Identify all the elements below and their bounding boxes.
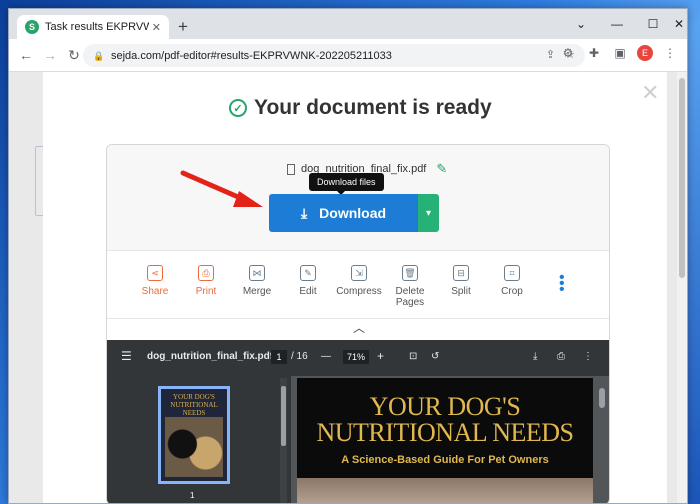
crop-icon: ⌗: [504, 265, 520, 281]
ready-heading: Your document is ready: [254, 96, 492, 119]
side-panel-icon[interactable]: ▣: [611, 44, 629, 62]
edit-label: Edit: [299, 286, 317, 297]
browser-menu-icon[interactable]: ⋮: [661, 44, 679, 62]
thumbnail-page-number: 1: [190, 491, 195, 500]
document-icon: [287, 163, 295, 175]
thumbnail-scrollbar[interactable]: [280, 378, 287, 503]
share-page-icon[interactable]: ⇪: [546, 48, 555, 61]
collapse-chevron-up-icon[interactable]: ︿: [107, 318, 609, 340]
page-thumbnail[interactable]: YOUR DOG'S NUTRITIONAL NEEDS: [158, 386, 230, 484]
download-area: dog_nutrition_final_fix.pdf ✎ Download f…: [107, 145, 609, 250]
close-modal-icon[interactable]: ✕: [641, 80, 659, 106]
download-arrow-icon: ⤓: [300, 204, 308, 221]
cover-photo: [297, 478, 593, 503]
more-actions-icon[interactable]: • • •: [559, 270, 565, 298]
page-title: ✓ Your document is ready: [229, 96, 492, 120]
page-number-input[interactable]: 1: [271, 350, 287, 364]
viewer-menu-icon[interactable]: ☰: [121, 349, 132, 363]
extensions-puzzle-icon[interactable]: ✚: [585, 44, 603, 62]
merge-label: Merge: [242, 286, 272, 297]
compress-label: Compress: [336, 286, 382, 297]
actions-toolbar: ⋖ Share ⎙ Print ⋈ Merge ✎ Edit ⇲ Compres…: [107, 250, 609, 318]
merge-icon: ⋈: [249, 265, 265, 281]
thumbnail-sidebar: YOUR DOG'S NUTRITIONAL NEEDS 1: [107, 376, 291, 503]
cover-title-line2: NUTRITIONAL NEEDS: [316, 418, 575, 447]
total-pages: / 16: [291, 351, 308, 362]
thumbnail-title: YOUR DOG'S NUTRITIONAL NEEDS: [170, 393, 218, 417]
viewer-print-icon[interactable]: ⎙: [557, 351, 565, 362]
red-arrow-annotation: [180, 170, 263, 207]
maximize-icon[interactable]: ☐: [635, 9, 671, 39]
share-label: Share: [141, 286, 169, 297]
split-icon: ⊟: [453, 265, 469, 281]
download-label: Download: [319, 205, 387, 221]
results-modal: ✕ ✓ Your document is ready dog_nutrition…: [43, 72, 667, 503]
viewer-more-icon[interactable]: ⋮: [583, 351, 593, 362]
result-card: dog_nutrition_final_fix.pdf ✎ Download f…: [106, 144, 610, 503]
profile-avatar[interactable]: E: [637, 45, 653, 61]
print-label: Print: [195, 286, 217, 297]
sejda-favicon-icon: S: [25, 20, 39, 34]
tab-bar: S Task results EKPRVWNK-20220521... ✕ + …: [9, 9, 687, 39]
address-bar[interactable]: 🔒 sejda.com/pdf-editor#results-EKPRVWNK-…: [83, 44, 585, 67]
lock-icon: 🔒: [93, 50, 105, 61]
page-content: ✕ ✓ Your document is ready dog_nutrition…: [9, 72, 687, 503]
pdf-viewer: YOUR DOG'S NUTRITIONAL NEEDS 1 YOUR DOG'…: [107, 376, 609, 503]
rotate-icon[interactable]: ↺: [431, 351, 439, 362]
download-button[interactable]: ⤓ Download: [269, 194, 418, 232]
crop-label: Crop: [501, 286, 523, 297]
print-icon: ⎙: [198, 265, 214, 281]
zoom-level[interactable]: 71%: [343, 350, 369, 364]
zoom-out-icon[interactable]: —: [321, 351, 331, 362]
browser-tab[interactable]: S Task results EKPRVWNK-20220521... ✕: [17, 15, 169, 39]
download-tooltip: Download files: [309, 173, 384, 195]
close-window-icon[interactable]: ✕: [669, 9, 687, 39]
cover-title: YOUR DOG'S NUTRITIONAL NEEDS: [297, 394, 593, 446]
browser-window: S Task results EKPRVWNK-20220521... ✕ + …: [8, 8, 688, 504]
download-options-dropdown[interactable]: ▾: [418, 194, 439, 232]
pdf-page: YOUR DOG'S NUTRITIONAL NEEDS A Science-B…: [297, 378, 593, 503]
cover-title-line1: YOUR DOG'S: [369, 392, 521, 421]
success-check-icon: ✓: [229, 99, 247, 117]
fit-page-icon[interactable]: ⊡: [409, 351, 417, 362]
tab-search-icon[interactable]: ⌄: [563, 9, 599, 39]
delete-icon: 🗑: [402, 265, 418, 281]
crop-action[interactable]: ⌗ Crop: [482, 265, 542, 297]
forward-icon[interactable]: →: [39, 44, 61, 66]
rename-pencil-icon[interactable]: ✎: [436, 161, 447, 177]
close-tab-icon[interactable]: ✕: [152, 21, 161, 34]
page-scrollbar[interactable]: [677, 72, 687, 503]
cover-subtitle: A Science-Based Guide For Pet Owners: [341, 454, 549, 466]
reload-icon[interactable]: ↻: [63, 44, 85, 66]
viewer-download-icon[interactable]: ⤓: [533, 351, 537, 362]
settings-gear-icon[interactable]: ⚙: [559, 44, 577, 62]
viewer-filename: dog_nutrition_final_fix.pdf: [147, 351, 274, 362]
viewer-scrollbar[interactable]: [597, 378, 607, 503]
browser-toolbar: ← → ↻ 🔒 sejda.com/pdf-editor#results-EKP…: [9, 39, 687, 72]
thumbnail-dogs-image: [165, 417, 223, 477]
split-label: Split: [451, 286, 471, 297]
pdf-viewer-toolbar: ☰ dog_nutrition_final_fix.pdf 1 / 16 — 7…: [107, 340, 609, 376]
minimize-icon[interactable]: —: [599, 9, 635, 39]
url-text: sejda.com/pdf-editor#results-EKPRVWNK-20…: [111, 49, 392, 62]
edit-icon: ✎: [300, 265, 316, 281]
share-icon: ⋖: [147, 265, 163, 281]
back-icon[interactable]: ←: [15, 44, 37, 66]
delete-pages-label: Delete Pages: [395, 286, 425, 308]
new-tab-icon[interactable]: +: [173, 17, 193, 37]
zoom-in-icon[interactable]: +: [377, 349, 384, 363]
compress-icon: ⇲: [351, 265, 367, 281]
tab-title: Task results EKPRVWNK-20220521...: [45, 21, 149, 33]
